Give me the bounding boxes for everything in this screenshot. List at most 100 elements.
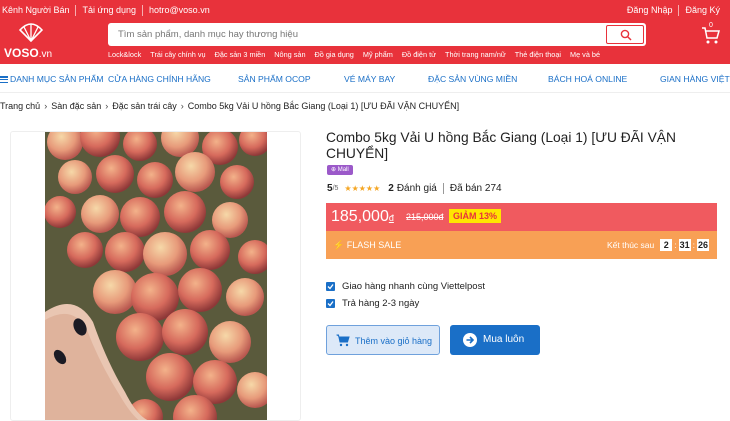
countdown-minutes: 31: [678, 239, 691, 251]
lychee-fruit: [96, 155, 134, 193]
chevron-right-icon: ›: [44, 101, 48, 111]
lychee-fruit: [178, 268, 222, 312]
nav-grocery[interactable]: BÁCH HOÁ ONLINE: [548, 74, 627, 84]
flash-sale-bar: ⚡ FLASH SALE Kết thúc sau 2: 31: 26: [326, 231, 717, 259]
buy-now-button[interactable]: Mua luôn: [450, 325, 540, 355]
chevron-right-icon: ›: [105, 101, 109, 111]
countdown: Kết thúc sau 2: 31: 26: [606, 239, 709, 251]
review-label[interactable]: Đánh giá: [397, 183, 437, 194]
quick-link[interactable]: Đặc sản 3 miền: [215, 50, 266, 59]
price-box: 185,000đ 215,000đ GIẢM 13%: [326, 203, 717, 231]
lychee-fruit: [220, 165, 254, 199]
quick-link[interactable]: Nông sản: [274, 50, 305, 59]
nav-regional-specialties[interactable]: ĐẶC SẢN VÙNG MIỀN: [428, 74, 517, 84]
lychee-fruit: [162, 309, 208, 355]
quick-link[interactable]: Đồ điện tử: [402, 50, 436, 59]
login-link[interactable]: Đăng Nhập: [621, 5, 680, 16]
register-link[interactable]: Đăng Ký: [679, 5, 726, 16]
rating-max: /5: [332, 185, 339, 192]
cart-count: 0: [709, 22, 713, 29]
nav-all-categories[interactable]: DANH MỤC SẢN PHẨM: [0, 74, 104, 85]
breadcrumb-home[interactable]: Trang chủ: [0, 101, 40, 111]
product-image-frame: [10, 131, 301, 421]
lychee-fruit: [93, 270, 137, 314]
chevron-right-icon: ›: [180, 101, 184, 111]
add-to-cart-button[interactable]: Thêm vào giỏ hàng: [326, 325, 440, 355]
product-image[interactable]: [45, 132, 267, 421]
flash-sale-label: ⚡ FLASH SALE: [333, 240, 402, 250]
rating-row: 5 /5 ★★★★★ 2 Đánh giá Đã bán 274: [327, 183, 502, 194]
quick-link[interactable]: Thời trang nam/nữ: [445, 50, 506, 59]
top-links: Kênh Người Bán Tải ứng dụng hotro@voso.v…: [0, 5, 216, 16]
lychee-fruit: [146, 353, 194, 401]
logo-wordmark: VOSO.vn: [4, 46, 53, 60]
lychee-fruit: [209, 321, 251, 363]
quick-link[interactable]: Lock&lock: [108, 50, 141, 59]
option-return[interactable]: Trả hàng 2-3 ngày: [326, 298, 419, 309]
search-icon: [620, 29, 632, 41]
star-icon: ★: [358, 184, 366, 193]
cart-button[interactable]: 0: [700, 22, 722, 46]
star-icon: ★: [351, 184, 359, 193]
lychee-fruit: [137, 162, 173, 198]
lychee-fruit: [175, 152, 215, 192]
lychee-fruit: [105, 232, 145, 272]
nav-ocop[interactable]: SẢN PHẨM OCOP: [238, 74, 311, 84]
search-input[interactable]: [118, 26, 598, 43]
checkbox-checked-icon[interactable]: [326, 299, 335, 308]
header-bar: Kênh Người Bán Tải ứng dụng hotro@voso.v…: [0, 0, 730, 64]
lychee-fruit: [143, 232, 187, 276]
quick-link[interactable]: Thẻ điện thoại: [515, 50, 561, 59]
search-button[interactable]: [606, 25, 644, 44]
breadcrumb-current: Combo 5kg Vải U hồng Bắc Giang (Loại 1) …: [187, 101, 460, 111]
old-price: 215,000đ: [406, 212, 444, 222]
quick-link[interactable]: Mỹ phẩm: [363, 50, 393, 59]
lychee-fruit: [67, 232, 103, 268]
lychee-fruit: [120, 197, 160, 237]
arrow-right-icon: [463, 333, 477, 347]
quick-link[interactable]: Đồ gia dụng: [315, 50, 354, 59]
search-box: [108, 23, 646, 46]
breadcrumb: Trang chủ › Sàn đặc sản › Đặc sản trái cây › C…: [0, 101, 459, 111]
auth-links: Đăng Nhập Đăng Ký: [621, 5, 726, 16]
review-count[interactable]: 2: [388, 183, 394, 194]
checkbox-checked-icon[interactable]: [326, 282, 335, 291]
quick-link[interactable]: Mẹ và bé: [570, 50, 600, 59]
countdown-seconds: 26: [697, 239, 709, 251]
countdown-hours: 2: [660, 239, 673, 251]
nav-vietnam-stalls[interactable]: GIAN HÀNG VIỆT: [660, 74, 730, 84]
menu-icon: [0, 75, 8, 85]
star-icon: ★: [344, 184, 352, 193]
lychee-fruit: [226, 278, 264, 316]
nav-flight-tickets[interactable]: VÉ MÁY BAY: [344, 74, 395, 84]
option-label: Trả hàng 2-3 ngày: [342, 298, 420, 309]
lychee-fruit: [81, 195, 119, 233]
download-app-link[interactable]: Tải ứng dụng: [76, 5, 144, 16]
lychee-fruit: [164, 191, 206, 233]
countdown-label: Kết thúc sau: [606, 240, 655, 250]
seller-channel-link[interactable]: Kênh Người Bán: [0, 5, 77, 16]
cart-icon: [336, 334, 350, 347]
current-price: 185,000đ: [331, 208, 394, 225]
breadcrumb-fruit[interactable]: Đặc sản trái cây: [112, 101, 177, 111]
quick-link[interactable]: Trái cây chính vụ: [150, 50, 205, 59]
discount-badge: GIẢM 13%: [449, 209, 502, 223]
divider: [442, 183, 444, 194]
quick-links: Lock&lock Trái cây chính vụ Đặc sản 3 mi…: [108, 50, 609, 59]
site-logo[interactable]: VOSO.vn: [4, 22, 74, 60]
support-email-link[interactable]: hotro@voso.vn: [143, 5, 216, 16]
star-rating: ★★★★★: [344, 184, 380, 193]
nav-official-stores[interactable]: CỬA HÀNG CHÍNH HÃNG: [108, 74, 211, 84]
lychee-fruit: [190, 230, 230, 270]
lychee-fruit: [116, 313, 164, 361]
lychee-fruit: [45, 196, 76, 228]
option-fast-delivery[interactable]: Giao hàng nhanh cùng Viettelpost: [326, 281, 485, 292]
star-icon: ★: [373, 184, 381, 193]
lychee-fruit: [58, 160, 92, 194]
breadcrumb-specialty[interactable]: Sàn đặc sản: [51, 101, 101, 111]
mall-badge: ⊕ Mall: [327, 165, 353, 175]
lightning-icon: ⚡: [333, 240, 345, 250]
shell-logo-icon: [18, 23, 44, 42]
sold-count: Đã bán 274: [449, 183, 502, 194]
product-title: Combo 5kg Vải U hồng Bắc Giang (Loại 1) …: [326, 130, 676, 161]
